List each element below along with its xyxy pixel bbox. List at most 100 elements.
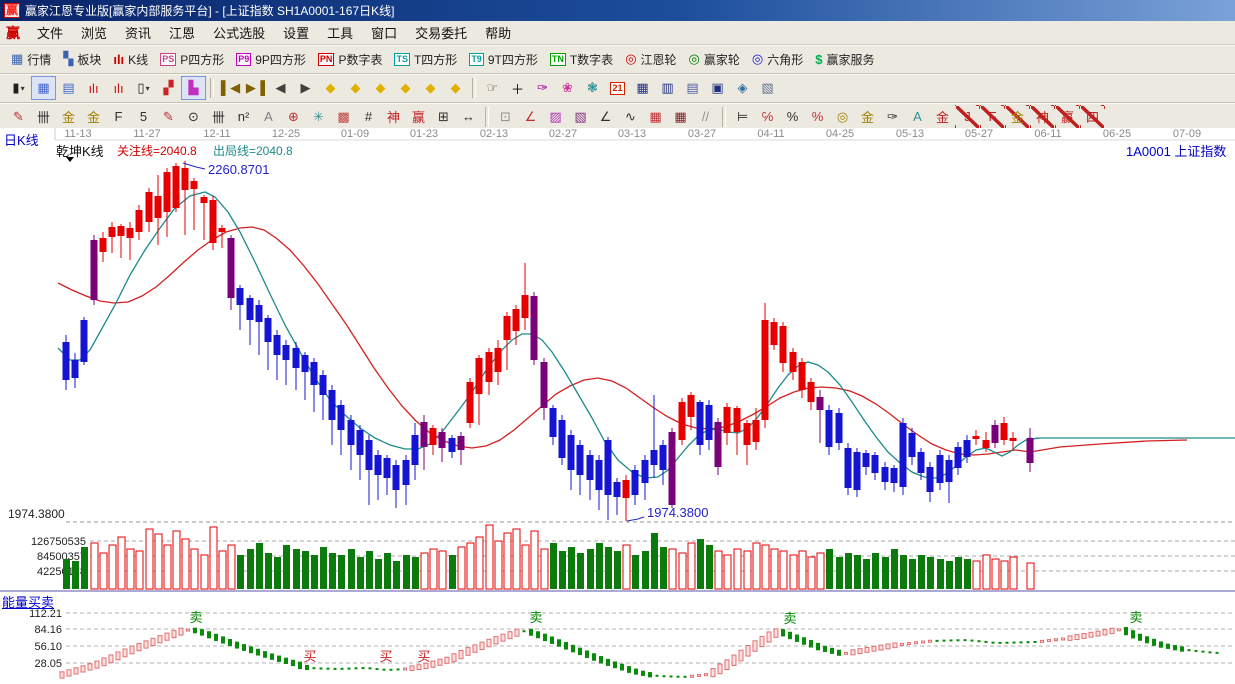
toolbar-item-P四方形[interactable]: PS P四方形 (155, 49, 229, 70)
ink-pen-icon[interactable]: ✑ (880, 105, 905, 129)
j-angle-icon[interactable]: J (955, 104, 980, 129)
quote-list-icon[interactable]: ▤ (56, 76, 81, 100)
indicator-title[interactable]: 能量买卖 (2, 592, 54, 611)
menu-item-5[interactable]: 设置 (274, 21, 318, 44)
percent-red-icon[interactable]: ℅ (755, 105, 780, 129)
print-icon[interactable]: ▧ (755, 76, 780, 100)
toolbar-item-9P四方形[interactable]: P9 9P四方形 (231, 49, 311, 70)
angle-lines-icon[interactable]: ∠ (593, 105, 618, 129)
chart-window-icon[interactable]: ▦ (31, 76, 56, 100)
gold-grid2-icon[interactable]: 金 (81, 105, 106, 129)
angle-a-icon[interactable]: A (905, 105, 930, 129)
gann-diamond-h-icon[interactable]: ◆ (368, 76, 393, 100)
kline-type-caret-icon[interactable] (66, 157, 74, 162)
toolbar-item-行情[interactable]: ▦ 行情 (6, 49, 56, 70)
gold-circle-icon[interactable]: ◎ (830, 105, 855, 129)
box-select-icon[interactable]: ⊡ (493, 105, 518, 129)
export-icon[interactable]: ◈ (730, 76, 755, 100)
calculator-icon[interactable]: ▦ (630, 76, 655, 100)
wave-tool-icon[interactable]: ∿ (618, 105, 643, 129)
gold-angle-icon[interactable]: 金 (1005, 104, 1030, 129)
red-web-icon[interactable]: ▩ (331, 105, 356, 129)
comb2-icon[interactable]: 卌 (206, 105, 231, 129)
chart-area[interactable]: 11-13 11-27 12-11 12-25 01-09 01-23 02-13 02-27… (0, 128, 1235, 684)
crosshair-icon[interactable]: ＋ (505, 76, 530, 100)
menu-item-9[interactable]: 帮助 (476, 21, 520, 44)
four-angle-icon[interactable]: 四 (1080, 104, 1105, 129)
comb-line-icon[interactable]: 卌 (31, 105, 56, 129)
win-angle-icon[interactable]: 赢 (1055, 104, 1080, 129)
kline-style-dropdown[interactable]: ▮ ▾ (6, 76, 31, 100)
red-grid-icon[interactable]: ▦ (643, 105, 668, 129)
gold-grid-icon[interactable]: 金 (56, 105, 81, 129)
volume-panel-icon[interactable]: ▙ (181, 76, 206, 100)
dark-grid-icon[interactable]: ▦ (668, 105, 693, 129)
pan-hand-icon[interactable]: ☞ (480, 76, 505, 100)
menu-item-0[interactable]: 文件 (28, 21, 72, 44)
save-icon[interactable]: ▣ (705, 76, 730, 100)
menu-item-8[interactable]: 交易委托 (406, 21, 476, 44)
chip-distribution-icon[interactable]: ▞ (156, 76, 181, 100)
win-tool-icon[interactable]: 赢 (406, 105, 431, 129)
pencil-icon[interactable]: ✎ (6, 105, 31, 129)
percent-icon[interactable]: % (780, 105, 805, 129)
toolbar-item-板块[interactable]: ▚ 板块 (58, 49, 106, 70)
calendar-icon[interactable]: 21 (605, 76, 630, 100)
gann-diamond-all-icon[interactable]: ◆ (443, 76, 468, 100)
measure-width-icon[interactable]: ↔ (456, 105, 481, 129)
gold-under-icon[interactable]: 金 (930, 105, 955, 129)
square-number-icon[interactable]: n² (231, 105, 256, 129)
tick-mark-icon[interactable]: # (356, 105, 381, 129)
mini-kline3-icon[interactable]: ılı (81, 76, 106, 100)
toolbar-item-K线[interactable]: ılı K线 (108, 49, 153, 70)
bar-scale-icon[interactable]: ⊨ (730, 105, 755, 129)
menu-item-1[interactable]: 浏览 (72, 21, 116, 44)
kline-chart-canvas[interactable]: 11-13 11-27 12-11 12-25 01-09 01-23 02-13 02-27… (0, 128, 1235, 684)
data-table-icon[interactable]: ▥ (655, 76, 680, 100)
text-label-icon[interactable]: A (256, 105, 281, 129)
box-rays-icon[interactable]: ▨ (543, 105, 568, 129)
toolbar-item-六角形[interactable]: ◎ 六角形 (747, 49, 808, 70)
menu-item-2[interactable]: 资讯 (116, 21, 160, 44)
prev-icon[interactable]: ◀ (268, 76, 293, 100)
fib-line-icon[interactable]: F (106, 105, 131, 129)
toolbar-item-T数字表[interactable]: TN T数字表 (545, 49, 618, 70)
f-angle-icon[interactable]: F (980, 104, 1005, 129)
kline-type-selector[interactable]: 乾坤K线 (56, 141, 104, 160)
toolbar-item-9T四方形[interactable]: T9 9T四方形 (464, 49, 543, 70)
last-page-icon[interactable]: ▶▐ (243, 76, 268, 100)
marker-pen-icon[interactable]: ✑ (530, 76, 555, 100)
pen2-icon[interactable]: ✎ (156, 105, 181, 129)
flower-tool-icon[interactable]: ❀ (555, 76, 580, 100)
toolbar-item-T四方形[interactable]: TS T四方形 (389, 49, 462, 70)
gann-diamond-right-icon[interactable]: ◆ (343, 76, 368, 100)
gann-diamond-star-icon[interactable]: ◆ (418, 76, 443, 100)
five-segment-icon[interactable]: 5 (131, 105, 156, 129)
mini-kline9-icon[interactable]: ılı (106, 76, 131, 100)
gold-line-icon[interactable]: 金 (855, 105, 880, 129)
gann-diamond-left-icon[interactable]: ◆ (318, 76, 343, 100)
ruler-123-icon[interactable]: ⊞ (431, 105, 456, 129)
first-page-icon[interactable]: ▌◀ (218, 76, 243, 100)
menu-item-3[interactable]: 江恩 (160, 21, 204, 44)
toolbar-item-赢家服务[interactable]: $ 赢家服务 (810, 49, 879, 70)
gann-diamond-x-icon[interactable]: ◆ (393, 76, 418, 100)
ray-fan-icon[interactable]: ∠ (518, 105, 543, 129)
notes-icon[interactable]: ▤ (680, 76, 705, 100)
box-hatch-icon[interactable]: ▧ (568, 105, 593, 129)
menu-item-6[interactable]: 工具 (318, 21, 362, 44)
toolbar-item-赢家轮[interactable]: ◎ 赢家轮 (684, 49, 745, 70)
spider-web-icon[interactable]: ✳ (306, 105, 331, 129)
toolbar-item-P数字表[interactable]: PN P数字表 (313, 49, 388, 70)
gann-circle-icon[interactable]: ⊕ (281, 105, 306, 129)
toolbar-item-江恩轮[interactable]: ◎ 江恩轮 (620, 49, 681, 70)
menu-item-4[interactable]: 公式选股 (204, 21, 274, 44)
parallel-lines-icon[interactable]: // (693, 105, 718, 129)
shen-tool-icon[interactable]: 神 (381, 105, 406, 129)
candle-type-dropdown[interactable]: ▯ ▾ (131, 76, 156, 100)
menu-item-7[interactable]: 窗口 (362, 21, 406, 44)
net-tool-icon[interactable]: ❃ (580, 76, 605, 100)
cycle-circle-icon[interactable]: ⊙ (181, 105, 206, 129)
shen-angle-icon[interactable]: 神 (1030, 104, 1055, 129)
percent-line-icon[interactable]: % (805, 105, 830, 129)
